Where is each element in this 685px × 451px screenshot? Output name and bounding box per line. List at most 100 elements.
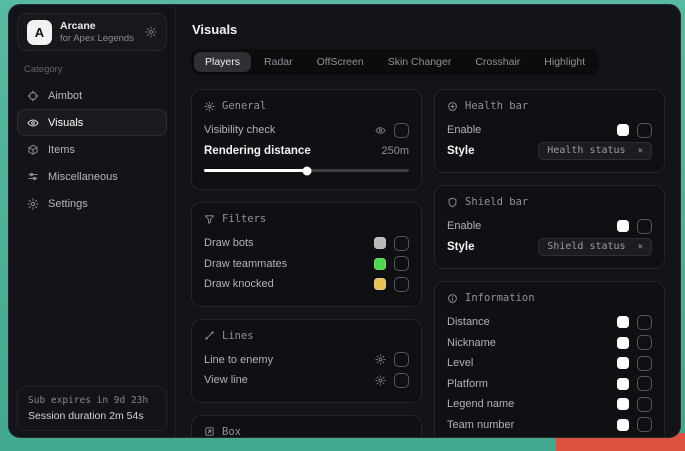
sidebar-item-miscellaneous[interactable]: Miscellaneous bbox=[17, 163, 167, 190]
row-nickname: Nickname bbox=[447, 333, 652, 354]
sidebar-item-label: Miscellaneous bbox=[48, 171, 118, 183]
color-swatch[interactable] bbox=[617, 316, 629, 328]
color-swatch[interactable] bbox=[617, 357, 629, 369]
style-select[interactable]: Shield status ✕ bbox=[538, 238, 652, 256]
sidebar-item-visuals[interactable]: Visuals bbox=[17, 109, 167, 136]
style-select[interactable]: Health status ✕ bbox=[538, 142, 652, 160]
checkbox[interactable] bbox=[394, 123, 409, 138]
row-controls bbox=[374, 236, 409, 251]
tab-bar: PlayersRadarOffScreenSkin ChangerCrossha… bbox=[191, 49, 599, 75]
row-controls bbox=[617, 335, 652, 350]
tab-crosshair[interactable]: Crosshair bbox=[464, 52, 531, 72]
session-duration-text: Session duration 2m 54s bbox=[28, 410, 156, 422]
sub-expiry-text: Sub expires in 9d 23h bbox=[28, 395, 156, 406]
row-label: Style bbox=[447, 241, 475, 253]
checkbox[interactable] bbox=[637, 417, 652, 432]
row-enable: Enable bbox=[447, 120, 652, 141]
sidebar-item-label: Settings bbox=[48, 198, 88, 210]
tab-skin-changer[interactable]: Skin Changer bbox=[377, 52, 463, 72]
row-controls bbox=[375, 352, 409, 367]
clear-icon[interactable]: ✕ bbox=[638, 146, 643, 156]
gear-icon bbox=[375, 354, 386, 365]
row-label: View line bbox=[204, 374, 248, 386]
panel-information: Information Distance Nickname Level Platform… bbox=[434, 281, 665, 437]
panel-header: General bbox=[204, 100, 409, 112]
checkbox[interactable] bbox=[637, 397, 652, 412]
cube-icon bbox=[27, 144, 39, 156]
row-controls bbox=[617, 219, 652, 234]
brand-settings-button[interactable] bbox=[145, 26, 157, 38]
row-controls bbox=[375, 123, 409, 138]
checkbox[interactable] bbox=[637, 123, 652, 138]
color-swatch[interactable] bbox=[617, 378, 629, 390]
sidebar-item-items[interactable]: Items bbox=[17, 136, 167, 163]
row-label: Distance bbox=[447, 316, 490, 328]
panel-title: Lines bbox=[222, 330, 254, 342]
row-platform: Platform bbox=[447, 374, 652, 395]
checkbox[interactable] bbox=[637, 219, 652, 234]
panel-header: Health bar bbox=[447, 100, 652, 112]
row-label: Level bbox=[447, 357, 473, 369]
checkbox[interactable] bbox=[394, 256, 409, 271]
tab-radar[interactable]: Radar bbox=[253, 52, 304, 72]
row-line-to-enemy: Line to enemy bbox=[204, 350, 409, 371]
checkbox[interactable] bbox=[637, 315, 652, 330]
slider-value: 250m bbox=[381, 145, 409, 157]
row-label: Style bbox=[447, 145, 475, 157]
checkbox[interactable] bbox=[637, 356, 652, 371]
sidebar-nav: AimbotVisuals Items Miscellaneous Settings bbox=[17, 82, 167, 217]
checkbox[interactable] bbox=[637, 335, 652, 350]
color-swatch[interactable] bbox=[617, 398, 629, 410]
app-window: A Arcane for Apex Legends Category Aimbo… bbox=[8, 4, 681, 438]
sidebar-item-label: Items bbox=[48, 144, 75, 156]
row-label: Rendering distance bbox=[204, 145, 311, 157]
panel-header: Box bbox=[204, 426, 409, 438]
tab-players[interactable]: Players bbox=[194, 52, 251, 72]
row-legend-name: Legend name bbox=[447, 394, 652, 415]
row-label: Draw bots bbox=[204, 237, 254, 249]
panel-filters: FiltersDraw botsDraw teammatesDraw knock… bbox=[191, 202, 422, 307]
shield-icon bbox=[447, 197, 458, 208]
select-value: Health status bbox=[547, 145, 625, 156]
brand-text: Arcane for Apex Legends bbox=[60, 20, 134, 45]
color-swatch[interactable] bbox=[374, 237, 386, 249]
panel-title: Shield bar bbox=[465, 196, 528, 208]
row-distance: Distance bbox=[447, 312, 652, 333]
sidebar-item-aimbot[interactable]: Aimbot bbox=[17, 82, 167, 109]
slider-track[interactable] bbox=[204, 169, 409, 172]
slider-thumb[interactable] bbox=[302, 166, 311, 175]
panel-title: Information bbox=[465, 292, 535, 304]
row-label: Line to enemy bbox=[204, 354, 273, 366]
checkbox[interactable] bbox=[394, 352, 409, 367]
row-style: Style Health status ✕ bbox=[447, 141, 652, 162]
sidebar-footer: Sub expires in 9d 23h Session duration 2… bbox=[17, 386, 167, 431]
row-style: Style Shield status ✕ bbox=[447, 237, 652, 258]
color-swatch[interactable] bbox=[374, 278, 386, 290]
color-swatch[interactable] bbox=[617, 124, 629, 136]
sidebar-item-settings[interactable]: Settings bbox=[17, 190, 167, 217]
sidebar: A Arcane for Apex Legends Category Aimbo… bbox=[9, 5, 176, 437]
panel-box: BoxEnableEnable background bbox=[191, 415, 422, 438]
panel-lines: Lines Line to enemy View line bbox=[191, 319, 422, 403]
category-label: Category bbox=[24, 64, 160, 75]
checkbox[interactable] bbox=[394, 277, 409, 292]
row-controls bbox=[617, 356, 652, 371]
color-swatch[interactable] bbox=[617, 220, 629, 232]
row-controls bbox=[617, 123, 652, 138]
checkbox[interactable] bbox=[394, 236, 409, 251]
select-value: Shield status bbox=[547, 241, 625, 252]
checkbox[interactable] bbox=[637, 376, 652, 391]
main-content: Visuals PlayersRadarOffScreenSkin Change… bbox=[176, 5, 680, 437]
row-label: Team number bbox=[447, 419, 514, 431]
row-label: Legend name bbox=[447, 398, 514, 410]
tab-highlight[interactable]: Highlight bbox=[533, 52, 596, 72]
color-swatch[interactable] bbox=[374, 258, 386, 270]
clear-icon[interactable]: ✕ bbox=[638, 242, 643, 252]
tab-offscreen[interactable]: OffScreen bbox=[306, 52, 375, 72]
eye-icon bbox=[27, 117, 39, 129]
gear-icon bbox=[375, 375, 386, 386]
color-swatch[interactable] bbox=[617, 337, 629, 349]
color-swatch[interactable] bbox=[617, 419, 629, 431]
checkbox[interactable] bbox=[394, 373, 409, 388]
row-controls bbox=[375, 373, 409, 388]
